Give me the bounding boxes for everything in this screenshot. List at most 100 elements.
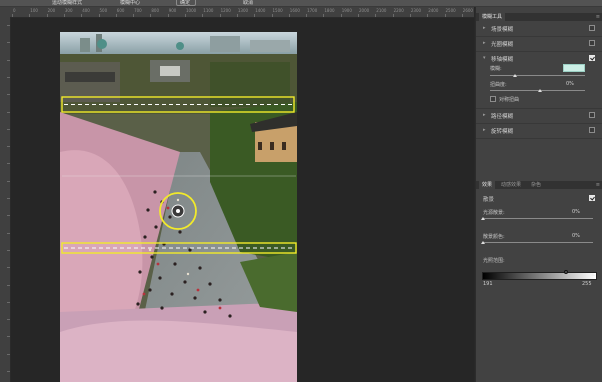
ruler-tick-label: 700: [134, 8, 142, 13]
ruler-tick-mark: [461, 14, 463, 17]
field-blur-checkbox[interactable]: [589, 25, 595, 31]
ruler-tick-label: 1600: [289, 8, 300, 13]
row-tilt-shift[interactable]: ▾ 移轴模糊 模糊: 扭曲度: 0% 对称扭曲: [476, 52, 602, 109]
chevron-right-icon[interactable]: ▸: [483, 112, 486, 118]
bokeh-color-slider-thumb[interactable]: [481, 241, 485, 244]
distortion-label: 扭曲度:: [490, 82, 507, 88]
properties-panel: 模糊工具 ≡ ▸ 场景模糊 ▸ 光圈模糊 ▾ 移轴模糊 模糊: 扭曲度: 0% …: [475, 7, 602, 382]
light-range-light-handle[interactable]: [591, 273, 595, 276]
blur-amount-slider[interactable]: [490, 75, 585, 76]
chevron-right-icon[interactable]: ▸: [483, 25, 486, 31]
ruler-tick-mark: [133, 14, 135, 17]
distortion-slider-thumb[interactable]: [538, 89, 542, 92]
ruler-tick-label: 2600: [462, 8, 473, 13]
chevron-down-icon[interactable]: ▾: [483, 55, 486, 61]
ruler-tick-mark: [7, 111, 10, 113]
ruler-tick-mark: [409, 14, 411, 17]
ruler-tick-label: 600: [116, 8, 125, 13]
ruler-tick-label: 1800: [324, 8, 335, 13]
tilt-shift-checkbox[interactable]: [589, 55, 595, 61]
iris-blur-checkbox[interactable]: [589, 40, 595, 46]
chevron-right-icon[interactable]: ▸: [483, 127, 486, 133]
document-photo[interactable]: [60, 32, 297, 382]
ruler-tick-mark: [202, 14, 204, 17]
ruler-tick-label: 2100: [376, 8, 387, 13]
row-field-blur[interactable]: ▸ 场景模糊: [476, 22, 602, 37]
chevron-right-icon[interactable]: ▸: [483, 40, 486, 46]
ruler-tick-mark: [271, 14, 273, 17]
ruler-tick-mark: [81, 14, 83, 17]
ruler-tick-mark: [7, 25, 10, 26]
ruler-tick-mark: [150, 14, 152, 17]
ruler-tick-mark: [254, 14, 256, 17]
ruler-tick-mark: [7, 180, 10, 182]
vertical-ruler[interactable]: [0, 17, 11, 382]
ruler-tick-mark: [7, 128, 10, 130]
light-bokeh-label: 光源散景:: [483, 210, 505, 216]
motion-blur-style-label[interactable]: 运动模糊样式: [52, 0, 82, 6]
ruler-tick-mark: [7, 284, 10, 286]
cancel-button[interactable]: 取消: [243, 0, 253, 6]
ok-button-label[interactable]: 确定: [180, 0, 190, 6]
tab-blur-tools[interactable]: 模糊工具: [479, 13, 506, 21]
spin-blur-checkbox[interactable]: [589, 127, 595, 133]
blur-center-label[interactable]: 模糊中心: [120, 0, 140, 6]
light-range-gradient[interactable]: [482, 272, 597, 280]
symmetric-distortion-checkbox[interactable]: [490, 96, 496, 102]
ruler-tick-mark: [7, 42, 10, 44]
tab-noise[interactable]: 杂色: [528, 181, 544, 189]
bokeh-color-slider[interactable]: [483, 242, 593, 243]
ruler-tick-mark: [219, 14, 221, 17]
horizontal-ruler[interactable]: 0 100 200 300 400 500 600 700 800 900 1000 1100 1200…: [0, 7, 474, 18]
bokeh-color-value: 0%: [572, 233, 580, 239]
ruler-tick-mark: [46, 14, 48, 17]
field-blur-label: 场景模糊: [491, 27, 514, 33]
ruler-tick-mark: [7, 336, 10, 338]
ruler-tick-mark: [7, 215, 10, 217]
tab-effects[interactable]: 效果: [479, 181, 496, 189]
light-range-dark-handle[interactable]: [564, 270, 568, 274]
tab-motion-effects[interactable]: 动感效果: [498, 181, 524, 189]
spin-blur-label: 旋转模糊: [491, 129, 514, 135]
options-bar: 运动模糊样式 模糊中心 确定 取消: [0, 0, 602, 7]
ruler-tick-mark: [427, 14, 429, 17]
ruler-tick-mark: [7, 319, 10, 321]
ruler-tick-label: 2300: [410, 8, 422, 13]
ruler-tick-label: 0: [13, 8, 16, 13]
bokeh-checkbox[interactable]: [589, 195, 595, 201]
ruler-tick-mark: [7, 249, 10, 251]
ruler-tick-label: 2000: [359, 8, 370, 13]
ruler-tick-label: 1000: [186, 8, 197, 13]
ruler-tick-label: 900: [168, 8, 177, 13]
ruler-tick-mark: [63, 14, 65, 17]
tilt-shift-label: 移轴模糊: [491, 57, 514, 63]
blur-slider-thumb[interactable]: [513, 74, 517, 77]
symmetric-distortion-label: 对称扭曲: [499, 97, 520, 103]
ruler-tick-mark: [306, 14, 308, 17]
ruler-tick-mark: [29, 14, 31, 17]
ruler-tick-label: 1500: [272, 8, 283, 13]
row-spin-blur[interactable]: ▸ 旋转模糊: [476, 124, 602, 139]
light-bokeh-slider[interactable]: [483, 218, 593, 219]
light-range-label: 光照范围:: [483, 258, 505, 264]
light-bokeh-slider-thumb[interactable]: [481, 217, 485, 220]
ruler-tick-label: 1300: [237, 8, 249, 13]
blur-tools-menu-icon[interactable]: ≡: [596, 13, 600, 21]
ruler-tick-mark: [340, 14, 342, 17]
ruler-tick-mark: [323, 14, 325, 17]
ruler-tick-label: 2500: [445, 8, 456, 13]
light-range-min-value: 191: [483, 281, 493, 287]
ruler-tick-mark: [167, 14, 169, 17]
ruler-tick-label: 2400: [428, 8, 439, 13]
distortion-value: 0%: [566, 81, 574, 87]
effects-menu-icon[interactable]: ≡: [596, 181, 600, 189]
ruler-tick-mark: [7, 301, 10, 303]
cherry-blossom-street-photo: [60, 32, 297, 382]
blur-amount-field[interactable]: [563, 64, 585, 72]
path-blur-checkbox[interactable]: [589, 112, 595, 118]
row-iris-blur[interactable]: ▸ 光圈模糊: [476, 37, 602, 52]
ruler-tick-label: 2200: [393, 8, 404, 13]
blur-tools-tabbar: 模糊工具 ≡: [476, 13, 602, 21]
row-path-blur[interactable]: ▸ 路径模糊: [476, 109, 602, 124]
ruler-tick-label: 1200: [220, 8, 231, 13]
